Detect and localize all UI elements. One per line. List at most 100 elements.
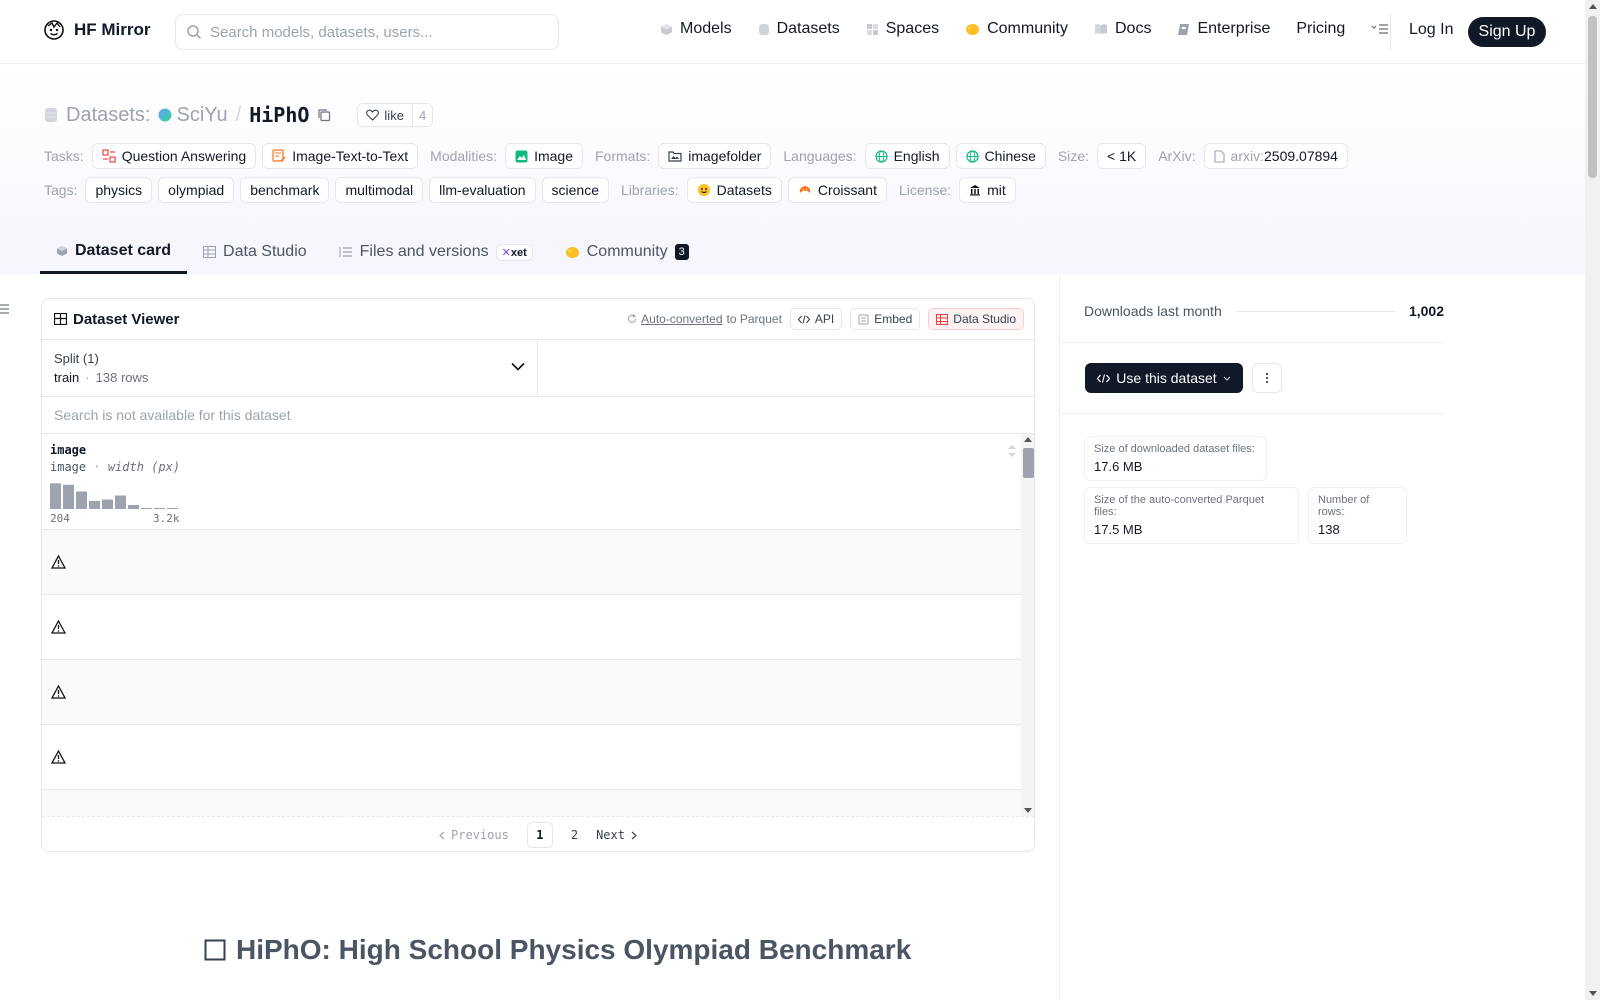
dataset-title-row: Datasets: SciYu / HiPhO like 4: [44, 103, 434, 127]
sidebar-toggle[interactable]: [0, 302, 12, 318]
column-header-image[interactable]: image image · width (px) 204 3.2k: [42, 434, 1021, 530]
tag-physics[interactable]: physics: [85, 177, 153, 203]
table-icon: [203, 246, 217, 258]
scroll-up-arrow-icon[interactable]: [1589, 4, 1597, 9]
files-list-icon: [339, 247, 352, 257]
tab-community[interactable]: Community 3: [549, 230, 705, 274]
library-tag-croissant[interactable]: Croissant: [787, 177, 887, 203]
nav-more-menu[interactable]: [1371, 23, 1389, 35]
split-name: train: [54, 370, 80, 385]
downloads-label: Downloads last month: [1084, 303, 1222, 319]
page-scroll-thumb[interactable]: [1588, 16, 1597, 178]
nav-community[interactable]: Community: [965, 20, 1068, 38]
table-row[interactable]: [42, 725, 1021, 790]
page-2-button[interactable]: 2: [571, 828, 578, 842]
nav-divider: [1390, 14, 1391, 50]
repo-name[interactable]: HiPhO: [249, 103, 309, 127]
table-row[interactable]: [42, 595, 1021, 660]
data-studio-button[interactable]: Data Studio: [928, 308, 1024, 330]
sort-icon[interactable]: [1007, 444, 1017, 458]
auto-converted-note[interactable]: Auto-converted to Parquet: [627, 312, 782, 326]
scroll-up-arrow-icon[interactable]: [1024, 437, 1032, 442]
license-tag[interactable]: mit: [959, 177, 1016, 203]
code-icon: [1097, 373, 1111, 383]
modality-tag-image[interactable]: Image: [505, 143, 583, 169]
like-button[interactable]: like 4: [357, 103, 434, 127]
split-selector[interactable]: Split (1) train · 138 rows: [42, 340, 538, 397]
previous-page-button[interactable]: Previous: [439, 828, 509, 842]
table-row[interactable]: [42, 660, 1021, 725]
histogram-bar[interactable]: [141, 507, 152, 509]
histogram-bar[interactable]: [154, 508, 165, 509]
warning-icon: [51, 750, 66, 764]
histogram-bar[interactable]: [102, 499, 113, 509]
login-link[interactable]: Log In: [1409, 21, 1453, 39]
nav-pricing[interactable]: Pricing: [1296, 20, 1345, 38]
use-this-dataset-button[interactable]: Use this dataset: [1085, 363, 1243, 393]
tag-benchmark[interactable]: benchmark: [240, 177, 330, 203]
histogram-bar[interactable]: [50, 483, 61, 509]
language-tag-english[interactable]: English: [864, 143, 950, 169]
tab-data-studio[interactable]: Data Studio: [187, 230, 323, 274]
chevron-right-icon: [631, 831, 637, 839]
metadata-row-1: Tasks: Question Answering Image-Text-to-…: [44, 143, 1354, 169]
brand-name: HF Mirror: [74, 20, 151, 39]
table-red-icon: [936, 313, 949, 325]
next-page-button[interactable]: Next: [596, 828, 637, 842]
task-tag-image-text-to-text[interactable]: Image-Text-to-Text: [262, 143, 419, 169]
page-scrollbar[interactable]: [1585, 0, 1600, 1000]
search-input[interactable]: [210, 23, 540, 41]
embed-button[interactable]: Embed: [850, 308, 921, 330]
tag-science[interactable]: science: [541, 177, 609, 203]
copy-icon[interactable]: [317, 108, 331, 122]
histogram-bar[interactable]: [128, 504, 139, 509]
search-box[interactable]: [175, 14, 559, 50]
nav-spaces[interactable]: Spaces: [866, 20, 939, 38]
tab-dataset-card[interactable]: Dataset card: [40, 230, 188, 274]
api-button[interactable]: API: [789, 308, 843, 330]
tag-llm-evaluation[interactable]: llm-evaluation: [429, 177, 536, 203]
task-tag-question-answering[interactable]: Question Answering: [91, 143, 257, 169]
nav-datasets[interactable]: Datasets: [758, 20, 840, 38]
checkbox-icon: [204, 939, 226, 961]
tag-olympiad[interactable]: olympiad: [158, 177, 235, 203]
docs-book-icon: [1095, 24, 1107, 34]
signup-button[interactable]: Sign Up: [1468, 17, 1546, 47]
brand-logo-link[interactable]: HF Mirror: [42, 18, 151, 42]
dataset-viewer: Dataset Viewer Auto-converted to Parquet…: [41, 298, 1035, 852]
split-label: Split (1): [54, 351, 99, 366]
parquet-size-stat: Size of the auto-converted Parquet files…: [1084, 487, 1299, 544]
nav-docs[interactable]: Docs: [1094, 20, 1151, 38]
viewer-scrollbar[interactable]: [1021, 434, 1034, 816]
viewer-scroll-thumb[interactable]: [1023, 448, 1034, 478]
library-tag-datasets[interactable]: Datasets: [686, 177, 782, 203]
viewer-header: Dataset Viewer Auto-converted to Parquet…: [42, 299, 1034, 340]
histogram-bar[interactable]: [89, 500, 100, 509]
nav-enterprise[interactable]: Enterprise: [1177, 20, 1270, 38]
more-options-button[interactable]: [1252, 363, 1282, 393]
histogram-bar[interactable]: [167, 508, 178, 509]
xet-badge: ✕xet: [495, 243, 533, 261]
nav-models[interactable]: Models: [660, 20, 732, 38]
page-1-button[interactable]: 1: [526, 822, 553, 848]
viewer-search-disabled: Search is not available for this dataset: [42, 397, 1034, 434]
section-label: Datasets:: [66, 103, 151, 126]
top-navigation-bar: HF Mirror Models Datasets Spaces Communi…: [0, 0, 1585, 64]
like-count: 4: [418, 107, 427, 123]
owner-link[interactable]: SciYu: [158, 104, 228, 127]
tab-files-and-versions[interactable]: Files and versions ✕xet: [323, 230, 549, 274]
size-tag[interactable]: < 1K: [1097, 143, 1147, 169]
scroll-down-arrow-icon[interactable]: [1589, 991, 1597, 996]
language-tag-chinese[interactable]: Chinese: [955, 143, 1046, 169]
folder-icon: [668, 151, 682, 162]
format-tag-imagefolder[interactable]: imagefolder: [658, 143, 772, 169]
scroll-down-arrow-icon[interactable]: [1024, 808, 1032, 813]
histogram-bar[interactable]: [63, 484, 74, 509]
table-row[interactable]: [42, 530, 1021, 595]
histogram-bar[interactable]: [115, 495, 126, 510]
histogram-bar[interactable]: [76, 491, 87, 509]
arxiv-tag[interactable]: arxiv:2509.07894: [1203, 143, 1348, 169]
table-row[interactable]: [42, 790, 1021, 816]
vertical-dots-icon: [1265, 372, 1269, 384]
tag-multimodal[interactable]: multimodal: [335, 177, 424, 203]
